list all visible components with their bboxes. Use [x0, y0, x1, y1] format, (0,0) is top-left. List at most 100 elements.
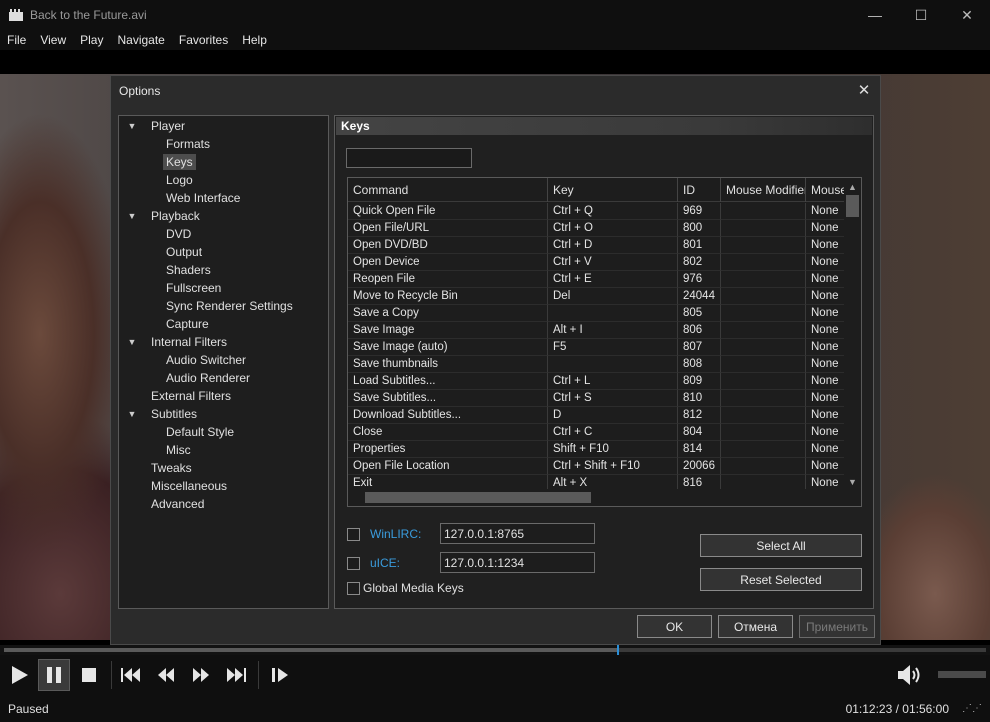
tree-item-miscellaneous[interactable]: Miscellaneous — [119, 477, 328, 495]
column-header[interactable]: Mouse — [806, 178, 845, 202]
play-button[interactable] — [3, 659, 35, 691]
ok-button[interactable]: OK — [637, 615, 712, 638]
tree-item-formats[interactable]: Formats — [119, 135, 328, 153]
tree-item-fullscreen[interactable]: Fullscreen — [119, 279, 328, 297]
table-row[interactable]: Open File Location Ctrl + Shift + F10 2006… — [348, 458, 845, 475]
table-row[interactable]: Close Ctrl + C 804 None — [348, 424, 845, 441]
tree-item-keys[interactable]: Keys — [119, 153, 328, 171]
dialog-close-button[interactable]: ✕ — [854, 80, 874, 100]
tree-item-shaders[interactable]: Shaders — [119, 261, 328, 279]
select-all-button[interactable]: Select All — [700, 534, 862, 557]
horizontal-scrollbar[interactable] — [348, 489, 846, 506]
horizontal-scroll-thumb[interactable] — [365, 492, 591, 503]
table-row[interactable]: Save a Copy 805 None — [348, 305, 845, 322]
expand-chevron-icon[interactable]: ▼ — [126, 409, 138, 419]
table-row[interactable]: Reopen File Ctrl + E 976 None — [348, 271, 845, 288]
winlirc-address-field[interactable]: 127.0.0.1:8765 — [440, 523, 595, 544]
options-tree[interactable]: ▼ Player Formats Keys Logo Web Interface ▼ Play… — [118, 115, 329, 609]
table-row[interactable]: Open File/URL Ctrl + O 800 None — [348, 220, 845, 237]
rewind-button[interactable] — [150, 659, 182, 691]
table-row[interactable]: Load Subtitles... Ctrl + L 809 None — [348, 373, 845, 390]
table-row[interactable]: Save Subtitles... Ctrl + S 810 None — [348, 390, 845, 407]
close-window-button[interactable]: ✕ — [944, 0, 990, 30]
table-row[interactable]: Save Image Alt + I 806 None — [348, 322, 845, 339]
expand-chevron-icon[interactable]: ▼ — [126, 211, 138, 221]
filter-input[interactable] — [346, 148, 472, 168]
tree-item-label: Advanced — [151, 497, 205, 511]
seek-bar[interactable] — [0, 645, 990, 655]
table-row[interactable]: Move to Recycle Bin Del 24044 None — [348, 288, 845, 305]
seek-position-marker[interactable] — [617, 645, 619, 655]
menu-help[interactable]: Help — [235, 33, 274, 47]
fast-forward-button[interactable] — [185, 659, 217, 691]
table-row[interactable]: Properties Shift + F10 814 None — [348, 441, 845, 458]
table-row[interactable]: Save thumbnails 808 None — [348, 356, 845, 373]
table-row[interactable]: Save Image (auto) F5 807 None — [348, 339, 845, 356]
tree-item-internal-filters[interactable]: ▼ Internal Filters — [119, 333, 328, 351]
scroll-down-icon[interactable]: ▼ — [844, 473, 861, 490]
tree-item-advanced[interactable]: Advanced — [119, 495, 328, 513]
expand-chevron-icon[interactable]: ▼ — [126, 337, 138, 347]
column-header[interactable]: Mouse Modifier — [721, 178, 806, 202]
menu-play[interactable]: Play — [73, 33, 110, 47]
global-media-keys-checkbox[interactable] — [347, 582, 360, 595]
tree-item-output[interactable]: Output — [119, 243, 328, 261]
maximize-button[interactable]: ☐ — [898, 0, 944, 30]
table-row[interactable]: Quick Open File Ctrl + Q 969 None — [348, 203, 845, 220]
column-header[interactable]: Command — [348, 178, 548, 202]
next-button[interactable] — [220, 659, 252, 691]
uice-label[interactable]: uICE: — [370, 556, 400, 570]
menu-file[interactable]: File — [0, 33, 33, 47]
mute-button[interactable] — [894, 659, 926, 691]
tree-item-web-interface[interactable]: Web Interface — [119, 189, 328, 207]
table-row[interactable]: Open DVD/BD Ctrl + D 801 None — [348, 237, 845, 254]
frame-step-button[interactable] — [264, 659, 296, 691]
grid-rows: Quick Open File Ctrl + Q 969 None Open File/… — [348, 203, 845, 492]
play-icon — [12, 666, 28, 684]
title-bar: Back to the Future.avi — ☐ ✕ — [0, 0, 990, 30]
uice-checkbox[interactable] — [347, 557, 360, 570]
stop-icon — [82, 668, 96, 682]
tree-item-logo[interactable]: Logo — [119, 171, 328, 189]
tree-item-external-filters[interactable]: External Filters — [119, 387, 328, 405]
tree-item-default-style[interactable]: Default Style — [119, 423, 328, 441]
keys-grid[interactable]: Command Key ID Mouse Modifier Mouse Quick Op… — [347, 177, 862, 507]
expand-chevron-icon[interactable]: ▼ — [126, 121, 138, 131]
tree-item-sync-renderer-settings[interactable]: Sync Renderer Settings — [119, 297, 328, 315]
tree-item-tweaks[interactable]: Tweaks — [119, 459, 328, 477]
column-header[interactable]: Key — [548, 178, 678, 202]
stop-button[interactable] — [73, 659, 105, 691]
minimize-button[interactable]: — — [852, 0, 898, 30]
tree-item-dvd[interactable]: DVD — [119, 225, 328, 243]
volume-slider[interactable] — [938, 671, 986, 678]
cancel-button[interactable]: Отмена — [718, 615, 793, 638]
tree-item-audio-switcher[interactable]: Audio Switcher — [119, 351, 328, 369]
table-cell: Load Subtitles... — [348, 373, 548, 390]
uice-address-field[interactable]: 127.0.0.1:1234 — [440, 552, 595, 573]
menu-view[interactable]: View — [33, 33, 73, 47]
previous-button[interactable] — [115, 659, 147, 691]
tree-item-subtitles[interactable]: ▼ Subtitles — [119, 405, 328, 423]
table-row[interactable]: Open Device Ctrl + V 802 None — [348, 254, 845, 271]
vertical-scroll-thumb[interactable] — [846, 195, 859, 217]
global-media-keys-label[interactable]: Global Media Keys — [363, 581, 464, 595]
winlirc-checkbox[interactable] — [347, 528, 360, 541]
tree-item-label: Misc — [166, 443, 191, 457]
tree-item-capture[interactable]: Capture — [119, 315, 328, 333]
tree-item-misc[interactable]: Misc — [119, 441, 328, 459]
tree-item-audio-renderer[interactable]: Audio Renderer — [119, 369, 328, 387]
table-row[interactable]: Download Subtitles... D 812 None — [348, 407, 845, 424]
scroll-up-icon[interactable]: ▲ — [844, 178, 861, 195]
column-header[interactable]: ID — [678, 178, 721, 202]
resize-grip-icon[interactable]: ⋰⋰ — [962, 703, 982, 715]
menu-favorites[interactable]: Favorites — [172, 33, 235, 47]
apply-button[interactable]: Применить — [799, 615, 875, 638]
menu-navigate[interactable]: Navigate — [110, 33, 171, 47]
vertical-scrollbar[interactable]: ▲ ▼ — [844, 178, 861, 490]
winlirc-label[interactable]: WinLIRC: — [370, 527, 421, 541]
pause-button[interactable] — [38, 659, 70, 691]
tree-item-playback[interactable]: ▼ Playback — [119, 207, 328, 225]
reset-selected-button[interactable]: Reset Selected — [700, 568, 862, 591]
tree-item-label: Subtitles — [151, 407, 198, 421]
tree-item-player[interactable]: ▼ Player — [119, 117, 328, 135]
